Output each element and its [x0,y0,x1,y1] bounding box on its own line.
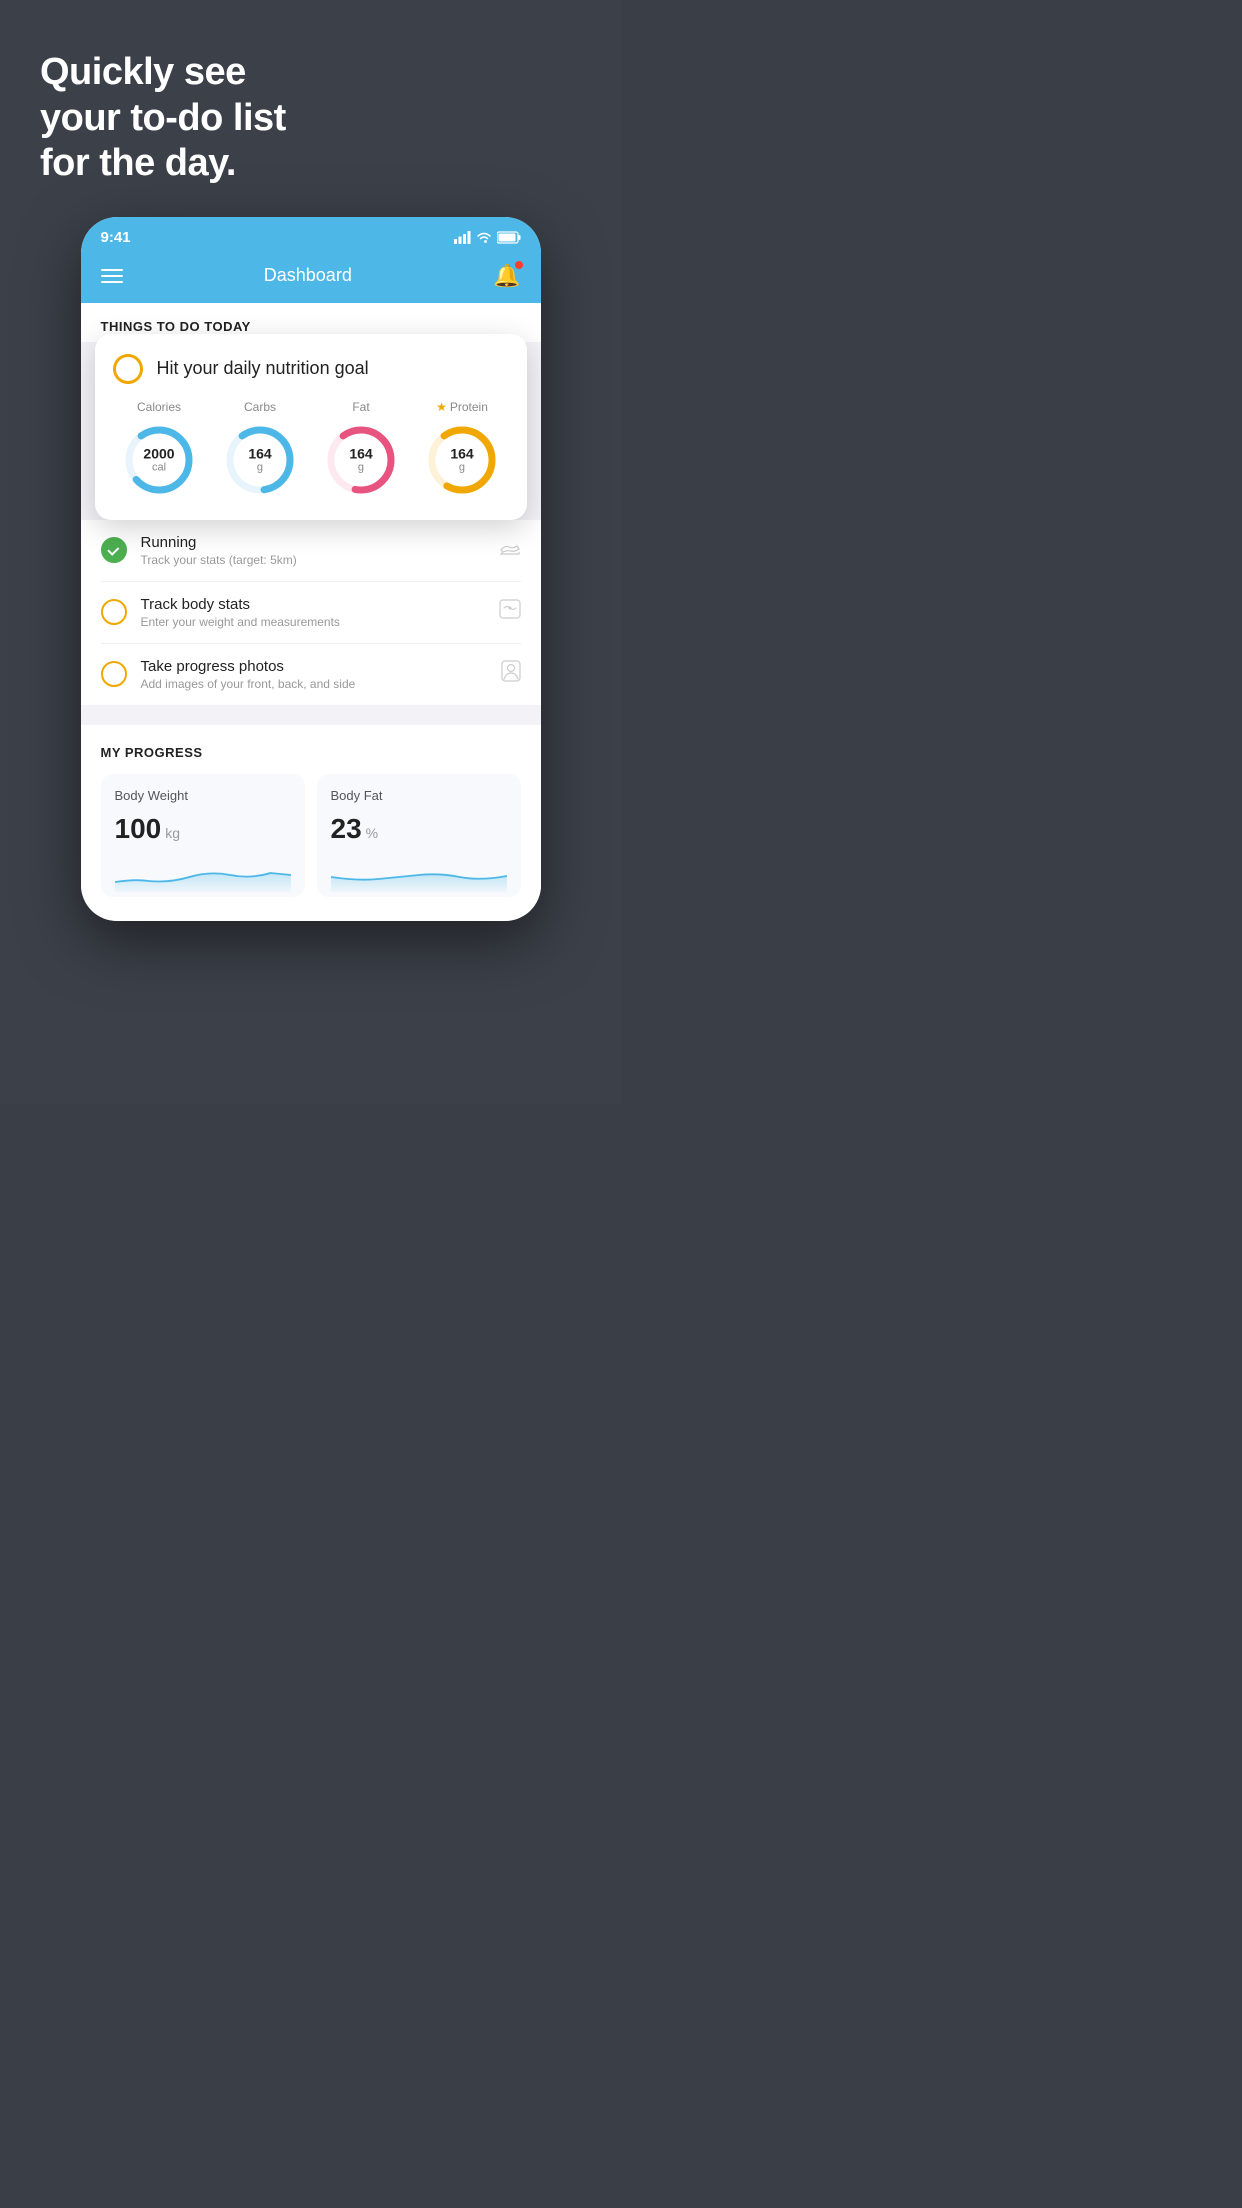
fat-donut: 164 g [321,420,401,500]
protein-donut: 164 g [422,420,502,500]
fat-label: Fat [352,400,369,414]
person-photo-icon [501,660,521,688]
wifi-icon [476,231,492,244]
carbs-donut: 164 g [220,420,300,500]
todo-running-subtitle: Track your stats (target: 5km) [141,553,485,567]
phone-bottom [81,897,541,921]
protein-unit: g [450,461,473,473]
status-icons [454,231,521,244]
body-weight-value: 100 [115,813,162,845]
hero-section: Quickly see your to-do list for the day. [0,0,621,217]
carbs-label: Carbs [244,400,276,414]
body-weight-value-row: 100 kg [115,813,291,845]
notification-dot [515,261,523,269]
body-fat-value: 23 [331,813,362,845]
goal-label: Hit your daily nutrition goal [157,358,369,379]
todo-running-circle [101,537,127,563]
body-weight-sparkline [115,857,291,892]
signal-icon [454,231,471,244]
protein-value: 164 [450,446,473,461]
progress-heading: MY PROGRESS [101,745,521,760]
carbs-unit: g [248,461,271,473]
hamburger-menu[interactable] [101,269,123,283]
todo-body-stats[interactable]: Track body stats Enter your weight and m… [101,582,521,644]
fat-unit: g [349,461,372,473]
todo-running[interactable]: Running Track your stats (target: 5km) [101,520,521,582]
body-fat-unit: % [366,825,378,841]
calories-unit: cal [143,461,174,473]
calories-label: Calories [137,400,181,414]
nav-title: Dashboard [264,265,352,286]
todo-body-stats-circle [101,599,127,625]
todo-body-stats-content: Track body stats Enter your weight and m… [141,596,485,629]
fat-value: 164 [349,446,372,461]
todo-running-content: Running Track your stats (target: 5km) [141,534,485,567]
hero-title: Quickly see your to-do list for the day. [40,50,581,187]
nav-bar: Dashboard 🔔 [81,253,541,303]
progress-cards: Body Weight 100 kg [101,774,521,897]
todo-photos-title: Take progress photos [141,658,487,675]
progress-section: MY PROGRESS Body Weight 100 kg [81,725,541,897]
scale-icon [499,599,521,625]
goal-circle [113,354,143,384]
protein-label: ★ Protein [436,400,488,414]
todo-list: Running Track your stats (target: 5km) [81,520,541,705]
protein-item: ★ Protein 164 g [422,400,502,500]
carbs-value: 164 [248,446,271,461]
phone-mockup: 9:41 [0,217,621,921]
calories-item: Calories 2000 cal [119,400,199,500]
shoe-icon [499,538,521,562]
bell-icon[interactable]: 🔔 [493,263,520,289]
body-weight-title: Body Weight [115,788,291,803]
body-weight-card: Body Weight 100 kg [101,774,305,897]
page-background: Quickly see your to-do list for the day.… [0,0,621,1104]
body-fat-sparkline [331,857,507,892]
phone-screen: 9:41 [81,217,541,921]
calories-donut: 2000 cal [119,420,199,500]
todo-photos[interactable]: Take progress photos Add images of your … [101,644,521,705]
body-fat-value-row: 23 % [331,813,507,845]
todo-photos-circle [101,661,127,687]
battery-icon [497,231,521,244]
status-bar: 9:41 [81,217,541,253]
body-weight-unit: kg [165,825,180,841]
protein-star-icon: ★ [436,400,447,414]
todo-photos-content: Take progress photos Add images of your … [141,658,487,691]
goal-row: Hit your daily nutrition goal [113,354,509,384]
nutrition-stats: Calories 2000 cal [113,400,509,500]
todo-photos-subtitle: Add images of your front, back, and side [141,677,487,691]
body-fat-title: Body Fat [331,788,507,803]
calories-value: 2000 [143,446,174,461]
todo-running-title: Running [141,534,485,551]
nutrition-card: Hit your daily nutrition goal Calories [95,334,527,520]
carbs-item: Carbs 164 g [220,400,300,500]
body-fat-card: Body Fat 23 % [317,774,521,897]
todo-body-stats-subtitle: Enter your weight and measurements [141,615,485,629]
status-time: 9:41 [101,229,131,246]
fat-item: Fat 164 g [321,400,401,500]
todo-body-stats-title: Track body stats [141,596,485,613]
